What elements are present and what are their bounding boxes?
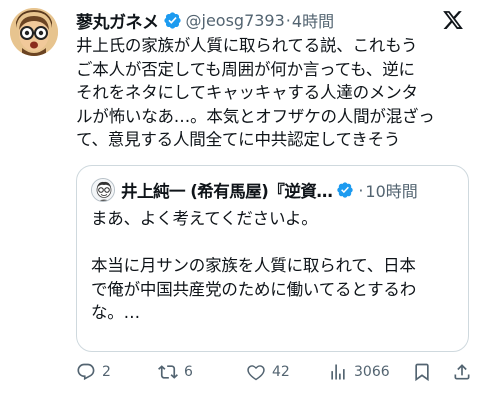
quoted-author-name: 井上純一 (希有馬屋)『逆資… — [121, 182, 333, 201]
quoted-author-avatar — [91, 178, 115, 202]
like-icon — [247, 365, 265, 381]
quoted-tweet-header: 井上純一 (希有馬屋)『逆資… · 10時間 — [91, 177, 458, 203]
reply-button[interactable]: 2 — [76, 362, 111, 382]
like-button[interactable]: 42 — [246, 362, 290, 382]
like-count: 42 — [272, 364, 290, 380]
header-separator: · — [285, 10, 291, 30]
views-icon — [331, 364, 345, 380]
share-button[interactable] — [452, 362, 472, 382]
reply-icon — [77, 363, 95, 381]
quoted-tweet-card[interactable]: 井上純一 (希有馬屋)『逆資… · 10時間 まあ、よく考えてくださいよ。 本当… — [76, 165, 469, 352]
x-logo-icon[interactable] — [442, 9, 464, 31]
quoted-tweet-timestamp: 10時間 — [365, 182, 418, 201]
share-icon — [454, 364, 470, 380]
bookmark-icon — [415, 363, 429, 382]
tweet-timestamp[interactable]: 4時間 — [292, 8, 334, 32]
verified-badge-icon — [163, 11, 181, 29]
tweet-text: 井上氏の家族が人質に取られてる説、これもう ご本人が否定しても周囲が何か言っても… — [76, 36, 435, 150]
retweet-button[interactable]: 6 — [158, 362, 193, 382]
quoted-header-separator: · — [358, 180, 364, 200]
tweet-action-bar: 2 6 42 3066 — [76, 360, 472, 386]
retweet-count: 6 — [184, 364, 193, 380]
bookmark-button[interactable] — [412, 362, 432, 382]
views-button[interactable]: 3066 — [328, 362, 390, 382]
retweet-icon — [158, 365, 178, 379]
author-avatar[interactable] — [10, 8, 58, 56]
view-count: 3066 — [354, 364, 390, 380]
author-name[interactable]: 蓼丸ガネメ — [76, 8, 159, 33]
author-handle[interactable]: @jeosg7393 — [186, 11, 285, 30]
verified-badge-icon — [337, 182, 354, 198]
reply-count: 2 — [102, 364, 111, 380]
quoted-tweet-text: まあ、よく考えてくださいよ。 本当に月サンの家族を人質に取られて、日本 で俺が中… — [91, 209, 417, 323]
tweet-header: 蓼丸ガネメ @jeosg7393 · 4時間 — [76, 8, 464, 33]
